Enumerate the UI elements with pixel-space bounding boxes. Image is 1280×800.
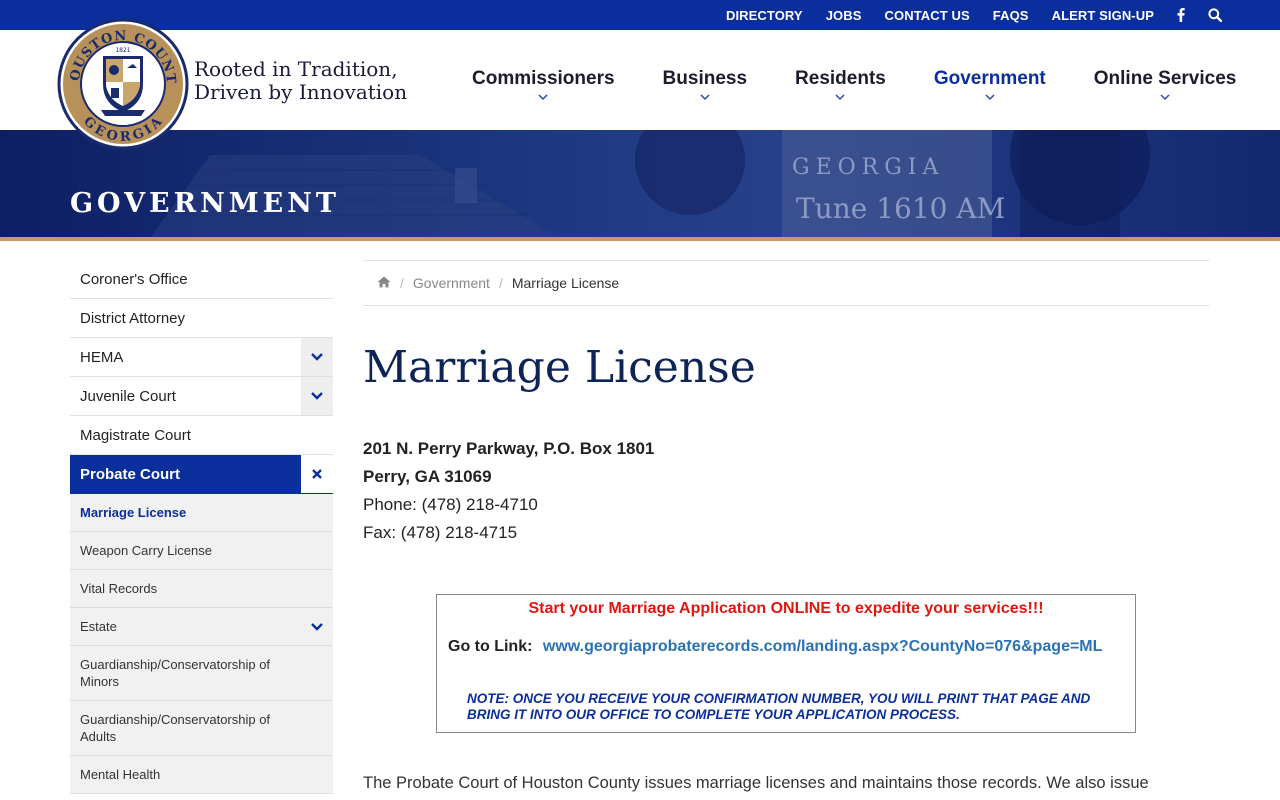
faqs-link[interactable]: FAQS [993,8,1029,23]
notice-link-row: Go to Link: www.georgiaprobaterecords.co… [448,638,1102,656]
utility-bar: DIRECTORY JOBS CONTACT US FAQS ALERT SIG… [0,0,1280,30]
breadcrumb-current: Marriage License [511,275,620,291]
sidebar-item-label: Juvenile Court [80,387,176,405]
breadcrumb-separator: / [498,275,503,291]
chevron-down-icon [835,94,845,101]
tagline-line-2: Driven by Innovation [194,80,408,104]
sidebar-subitem-label: Guardianship/Conservatorship of Adults [80,712,271,744]
notice-note: NOTE: ONCE YOU RECEIVE YOUR CONFIRMATION… [467,691,1091,722]
nav-label: Business [662,68,748,89]
sidebar-item-probate-court[interactable]: Probate Court [70,455,333,494]
page-title: Marriage License [363,342,756,393]
address-line-2: Perry, GA 31069 [363,467,492,486]
breadcrumb-separator: / [400,275,404,291]
banner-sign-line-2: Tune 1610 AM [796,192,1005,225]
search-icon[interactable] [1208,8,1222,22]
phone-number: Phone: (478) 218-4710 [363,495,538,514]
contact-us-link[interactable]: CONTACT US [885,8,970,23]
sidebar-subitem-label: Weapon Carry License [80,543,212,558]
nav-label: Government [933,68,1046,89]
nav-commissioners[interactable]: Commissioners [448,30,639,130]
fax-number: Fax: (478) 218-4715 [363,523,518,542]
county-seal-logo[interactable]: HOUSTON COUNTY GEORGIA 1821 [50,7,189,150]
nav-label: Online Services [1093,68,1237,89]
banner-sign-line-1: GEORGIA [792,155,944,180]
sidebar-subitem-estate[interactable]: Estate [70,608,333,646]
chevron-down-icon [985,94,995,101]
address-line-1: 201 N. Perry Parkway, P.O. Box 1801 [363,439,655,458]
sidebar-item-label: District Attorney [80,309,186,327]
chevron-down-icon [1160,94,1170,101]
close-icon [312,469,322,479]
jobs-link[interactable]: JOBS [826,8,862,23]
nav-label: Commissioners [472,68,615,89]
expand-toggle[interactable] [301,377,333,415]
tagline-line-1: Rooted in Tradition, [194,57,398,81]
sidebar-item-magistrate-court[interactable]: Magistrate Court [70,416,333,455]
sidebar-subitem-label: Vital Records [80,581,158,596]
expand-toggle[interactable] [301,608,333,646]
directory-link[interactable]: DIRECTORY [726,8,803,23]
sidebar-item-label: Coroner's Office [80,270,188,288]
sidebar-subitem-label: Estate [80,619,117,634]
sidebar-subitem-weapon-carry-license[interactable]: Weapon Carry License [70,532,333,570]
facebook-icon[interactable] [1177,8,1185,22]
notice-headline: Start your Marriage Application ONLINE t… [528,600,1044,617]
banner-accent-line [0,237,1280,241]
sidebar-item-label: Magistrate Court [80,426,191,444]
chevron-down-icon [700,94,710,101]
sidebar-item-district-attorney[interactable]: District Attorney [70,299,333,338]
nav-government[interactable]: Government [910,30,1070,130]
breadcrumb-parent-link[interactable]: Government [413,275,490,291]
nav-label: Residents [795,68,886,89]
nav-online-services[interactable]: Online Services [1070,30,1261,130]
seal-year: 1821 [115,47,130,54]
office-address-block: 201 N. Perry Parkway, P.O. Box 1801 Perr… [363,435,654,547]
chevron-down-icon [311,353,323,361]
breadcrumb: / Government / Marriage License [363,260,1209,306]
main-navigation: Commissioners Business Residents Governm… [448,30,1260,130]
collapse-toggle[interactable] [301,455,333,493]
chevron-down-icon [311,392,323,400]
sidebar-subitem-label: Marriage License [80,505,187,520]
sidebar-subitem-label: Guardianship/Conservatorship of Minors [80,657,271,689]
sidebar-subitem-label: Mental Health [80,767,161,782]
sidebar-subitem-mental-health[interactable]: Mental Health [70,756,333,794]
alert-signup-link[interactable]: ALERT SIGN-UP [1052,8,1154,23]
nav-business[interactable]: Business [639,30,771,130]
probate-records-link[interactable]: www.georgiaprobaterecords.com/landing.as… [543,638,1103,655]
page-banner: GEORGIA Tune 1610 AM GOVERNMENT [0,130,1280,238]
notice-link-label: Go to Link: [448,638,533,655]
banner-title: GOVERNMENT [70,188,340,219]
site-tagline: Rooted in Tradition, Driven by Innovatio… [194,58,407,104]
online-application-notice: Start your Marriage Application ONLINE t… [436,594,1136,733]
banner-background-image: GEORGIA Tune 1610 AM [150,130,1150,238]
chevron-down-icon [538,94,548,101]
sidebar-item-coroners-office[interactable]: Coroner's Office [70,260,333,299]
sidebar-item-label: HEMA [80,348,124,366]
site-header: HOUSTON COUNTY GEORGIA 1821 Rooted in Tr… [0,7,1280,150]
chevron-down-icon [311,623,323,631]
sidebar-subitem-guardianship-minors[interactable]: Guardianship/Conservatorship of Minors [70,646,333,701]
expand-toggle[interactable] [301,338,333,376]
home-icon[interactable] [377,275,391,291]
sidebar-subitem-guardianship-adults[interactable]: Guardianship/Conservatorship of Adults [70,701,333,756]
nav-residents[interactable]: Residents [771,30,910,130]
sidebar-subitem-vital-records[interactable]: Vital Records [70,570,333,608]
sidebar-item-label: Probate Court [80,465,181,483]
sidebar-item-hema[interactable]: HEMA [70,338,333,377]
sidebar-item-juvenile-court[interactable]: Juvenile Court [70,377,333,416]
sidebar-subitem-marriage-license[interactable]: Marriage License [70,494,333,532]
intro-paragraph: The Probate Court of Houston County issu… [363,774,1149,792]
utility-links: DIRECTORY JOBS CONTACT US FAQS ALERT SIG… [726,0,1222,30]
sidebar-nav: Coroner's Office District Attorney HEMA … [70,260,333,794]
